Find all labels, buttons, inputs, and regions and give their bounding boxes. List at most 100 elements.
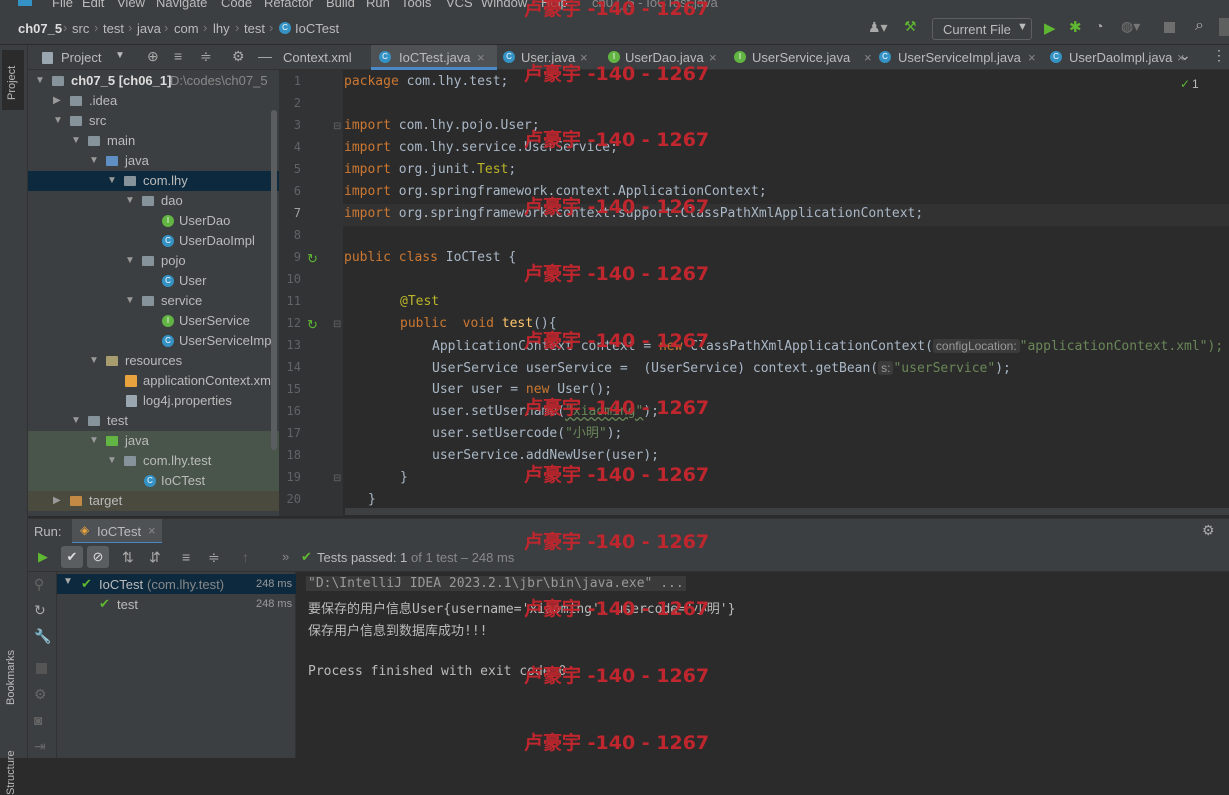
profile-icon[interactable]: ◍▾ <box>1121 18 1140 35</box>
more-icon[interactable]: ⋮ <box>1212 47 1226 64</box>
coverage-icon[interactable]: ◔ <box>1095 18 1103 34</box>
wrench-icon[interactable]: 🔧 <box>34 628 51 645</box>
menu-help[interactable]: Help <box>541 0 568 10</box>
menu-code[interactable]: Code <box>221 0 252 10</box>
tab-context-xml[interactable]: Context.xml <box>283 45 369 70</box>
run-method-gutter-icon[interactable]: ↻ <box>307 317 318 333</box>
plugin-icon[interactable]: ⚙ <box>34 686 47 703</box>
breadcrumb-java[interactable]: java <box>137 21 161 36</box>
tree-item-service[interactable]: ▼ service <box>28 291 279 311</box>
close-icon[interactable]: × <box>148 523 156 538</box>
search-icon[interactable]: ⌕ <box>1195 17 1204 35</box>
stop-icon[interactable] <box>1164 22 1175 33</box>
restart-icon[interactable]: ↻ <box>34 602 46 619</box>
breadcrumb-class[interactable]: IoCTest <box>295 21 339 36</box>
menu-vcs[interactable]: VCS <box>446 0 473 10</box>
run-icon[interactable]: ▶ <box>1044 19 1056 37</box>
show-passed-icon[interactable]: ✔ <box>61 546 83 568</box>
close-icon[interactable]: × <box>580 45 588 70</box>
run-configuration-select[interactable]: Current File ▼ <box>932 18 1032 40</box>
breadcrumb-test2[interactable]: test <box>244 21 265 36</box>
tree-item-resources[interactable]: ▼ resources <box>28 351 279 371</box>
tab-userdaoimpl-java[interactable]: C UserDaoImpl.java × <box>1050 45 1200 70</box>
sort-duration-icon[interactable]: ⇵ <box>149 549 161 566</box>
tab-user-java[interactable]: C User.java × <box>499 45 609 70</box>
fold-icon[interactable]: ⊟ <box>333 473 341 484</box>
up-arrow-icon[interactable]: ↑ <box>242 549 249 565</box>
tree-item-main[interactable]: ▼ main <box>28 131 279 151</box>
menu-window[interactable]: Window <box>481 0 527 10</box>
test-case-row[interactable]: ✔ test 248 ms <box>57 594 296 614</box>
inspection-ok-icon[interactable]: ✓ <box>1180 77 1190 91</box>
tree-item-com-lhy-test[interactable]: ▼ com.lhy.test <box>28 451 279 471</box>
expand-all-icon[interactable]: ≡ <box>174 48 182 64</box>
tree-item-applicationcontext[interactable]: applicationContext.xml <box>28 371 279 391</box>
breadcrumb-com[interactable]: com <box>174 21 199 36</box>
breadcrumb-test[interactable]: test <box>103 21 124 36</box>
expand-all-icon[interactable]: ≡ <box>182 549 190 565</box>
chevron-down-icon[interactable]: ⌄ <box>1179 47 1191 64</box>
tree-item-com-lhy[interactable]: ▼ com.lhy <box>28 171 279 191</box>
more-icon[interactable]: » <box>282 549 289 564</box>
breadcrumb-src[interactable]: src <box>72 21 89 36</box>
sort-alpha-icon[interactable]: ⇅ <box>122 549 134 566</box>
tree-item-pojo[interactable]: ▼ pojo <box>28 251 279 271</box>
fold-icon[interactable]: ⊟ <box>333 319 341 330</box>
gear-icon[interactable]: ⚙ <box>1202 522 1215 539</box>
hide-icon[interactable]: — <box>258 48 272 64</box>
tab-userserviceimpl-java[interactable]: C UserServiceImpl.java × <box>879 45 1044 70</box>
tree-item-userdao[interactable]: I UserDao <box>28 211 279 231</box>
settings-icon[interactable] <box>1219 18 1229 36</box>
tree-item-log4j[interactable]: log4j.properties <box>28 391 279 411</box>
tree-item-userservice[interactable]: I UserService <box>28 311 279 331</box>
menu-edit[interactable]: Edit <box>82 0 104 10</box>
tree-item-project-root[interactable]: ▼ ch07_5 [ch06_1] D:\codes\ch07_5 <box>28 71 279 91</box>
test-suite-row[interactable]: ▼ ✔ IoCTest (com.lhy.test) 248 ms <box>57 574 296 594</box>
tree-scrollbar[interactable] <box>271 110 277 450</box>
stop-icon[interactable] <box>36 663 47 674</box>
tree-item-userdaoimpl[interactable]: C UserDaoImpl <box>28 231 279 251</box>
menu-run[interactable]: Run <box>366 0 390 10</box>
tab-ioctest-java[interactable]: C IoCTest.java × <box>371 45 497 70</box>
close-icon[interactable]: × <box>1028 45 1036 70</box>
build-hammer-icon[interactable]: ⚒ <box>904 18 917 35</box>
run-tab-ioctest[interactable]: ◈ IoCTest × <box>72 519 162 544</box>
close-icon[interactable]: × <box>709 45 717 70</box>
breadcrumb-project[interactable]: ch07_5 <box>18 21 62 36</box>
menu-view[interactable]: View <box>117 0 145 10</box>
menu-navigate[interactable]: Navigate <box>156 0 207 10</box>
menu-file[interactable]: File <box>52 0 73 10</box>
breadcrumb-lhy[interactable]: lhy <box>213 21 230 36</box>
collapse-all-icon[interactable]: ≑ <box>200 48 212 65</box>
tree-item-dao[interactable]: ▼ dao <box>28 191 279 211</box>
bookmarks-tool-label[interactable]: Bookmarks <box>5 650 17 705</box>
run-class-gutter-icon[interactable]: ↻ <box>307 251 318 267</box>
tree-item-userserviceimpl[interactable]: C UserServiceImpl <box>28 331 279 351</box>
tree-item-main-java[interactable]: ▼ java <box>28 151 279 171</box>
close-icon[interactable]: × <box>864 45 872 70</box>
user-icon[interactable]: ♟▾ <box>868 19 888 36</box>
tree-item-test-java[interactable]: ▼ java <box>28 431 279 451</box>
project-tool-button[interactable]: Project <box>2 50 24 110</box>
fold-icon[interactable]: ⊟ <box>333 121 341 132</box>
collapse-all-icon[interactable]: ≑ <box>208 549 220 566</box>
pin-icon[interactable]: ⚲ <box>34 576 44 593</box>
gear-icon[interactable]: ⚙ <box>232 48 245 65</box>
debug-icon[interactable]: ✱ <box>1069 18 1082 36</box>
structure-tool-label[interactable]: Structure <box>5 750 17 795</box>
tree-item-idea[interactable]: ▶ .idea <box>28 91 279 111</box>
horizontal-scrollbar[interactable] <box>345 508 1229 515</box>
menu-tools[interactable]: Tools <box>401 0 431 10</box>
tree-item-user[interactable]: C User <box>28 271 279 291</box>
show-ignored-icon[interactable]: ⊘ <box>87 546 109 568</box>
tab-userdao-java[interactable]: I UserDao.java × <box>604 45 724 70</box>
menu-refactor[interactable]: Refactor <box>264 0 313 10</box>
exit-icon[interactable]: ⇥ <box>34 738 46 755</box>
tree-item-ioctest[interactable]: C IoCTest <box>28 471 279 491</box>
camera-icon[interactable]: ◙ <box>34 712 42 728</box>
chevron-down-icon[interactable]: ▼ <box>115 50 125 61</box>
rerun-icon[interactable]: ▶ <box>38 549 48 565</box>
menu-build[interactable]: Build <box>326 0 355 10</box>
project-panel-title[interactable]: Project <box>61 50 101 65</box>
tree-item-src[interactable]: ▼ src <box>28 111 279 131</box>
